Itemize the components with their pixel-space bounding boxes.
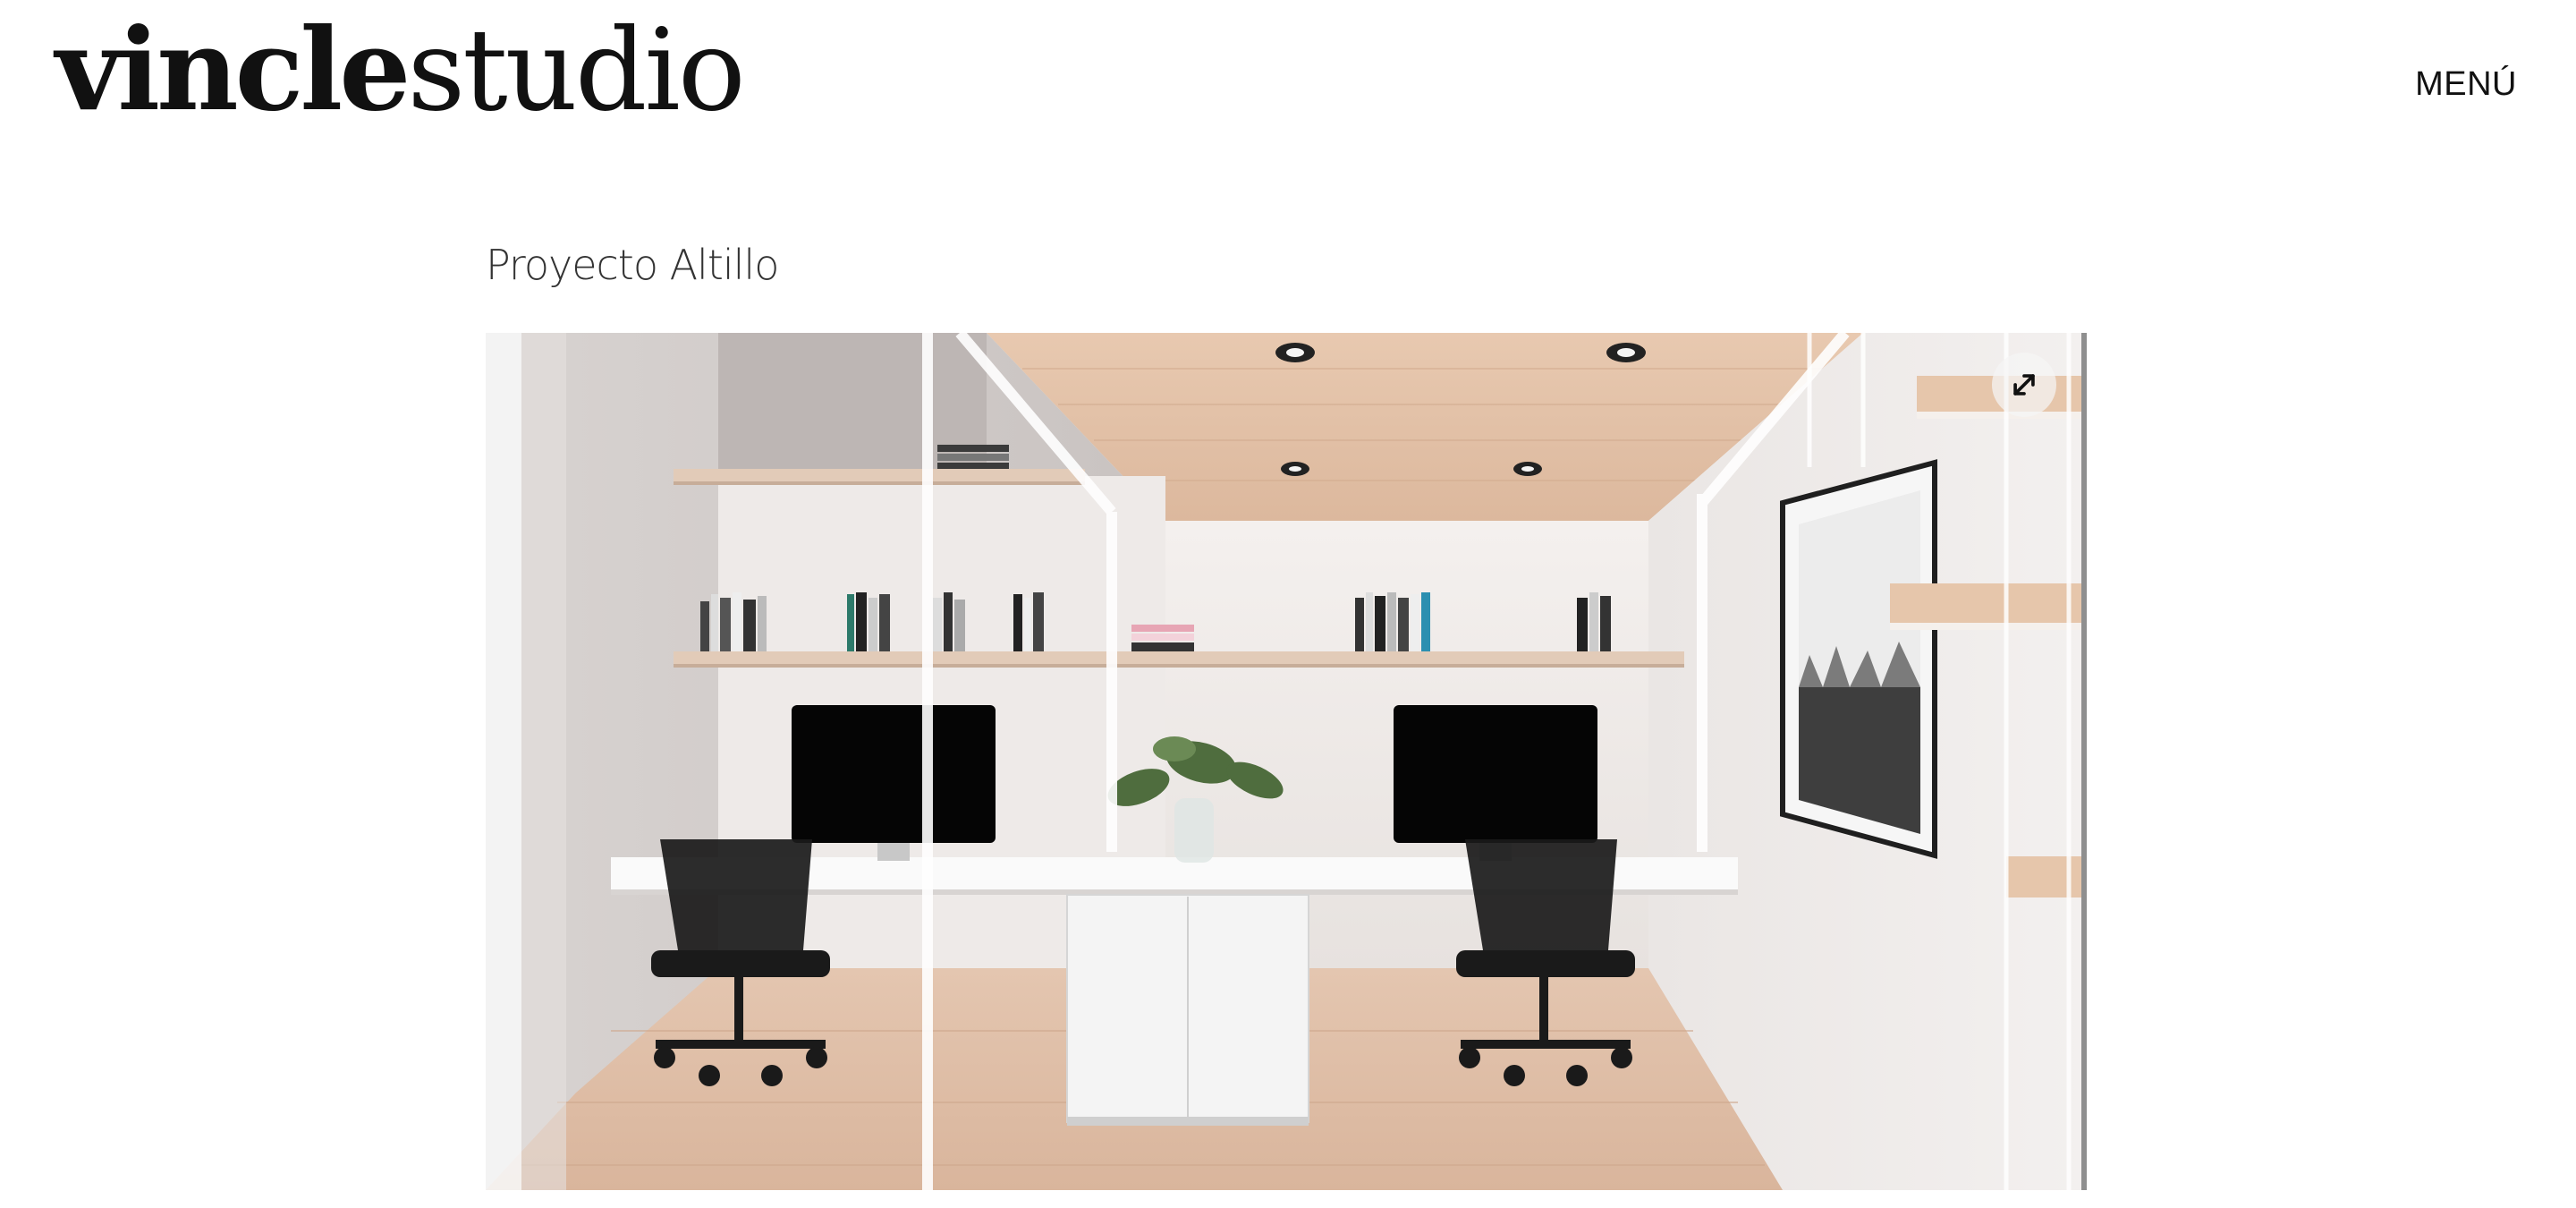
project-image-gallery[interactable] — [486, 333, 2087, 1190]
site-header: vincle studio MENÚ — [0, 0, 2576, 179]
project-title: Proyecto Altillo — [486, 241, 779, 289]
expand-arrows-icon — [2013, 374, 2035, 396]
expand-button[interactable] — [1992, 353, 2056, 417]
site-logo[interactable]: vincle studio — [55, 4, 746, 136]
project-render-image — [486, 333, 2087, 1190]
menu-button[interactable]: MENÚ — [2415, 64, 2517, 104]
logo-light-text: studio — [407, 4, 745, 136]
logo-bold-text: vincle — [55, 4, 411, 136]
